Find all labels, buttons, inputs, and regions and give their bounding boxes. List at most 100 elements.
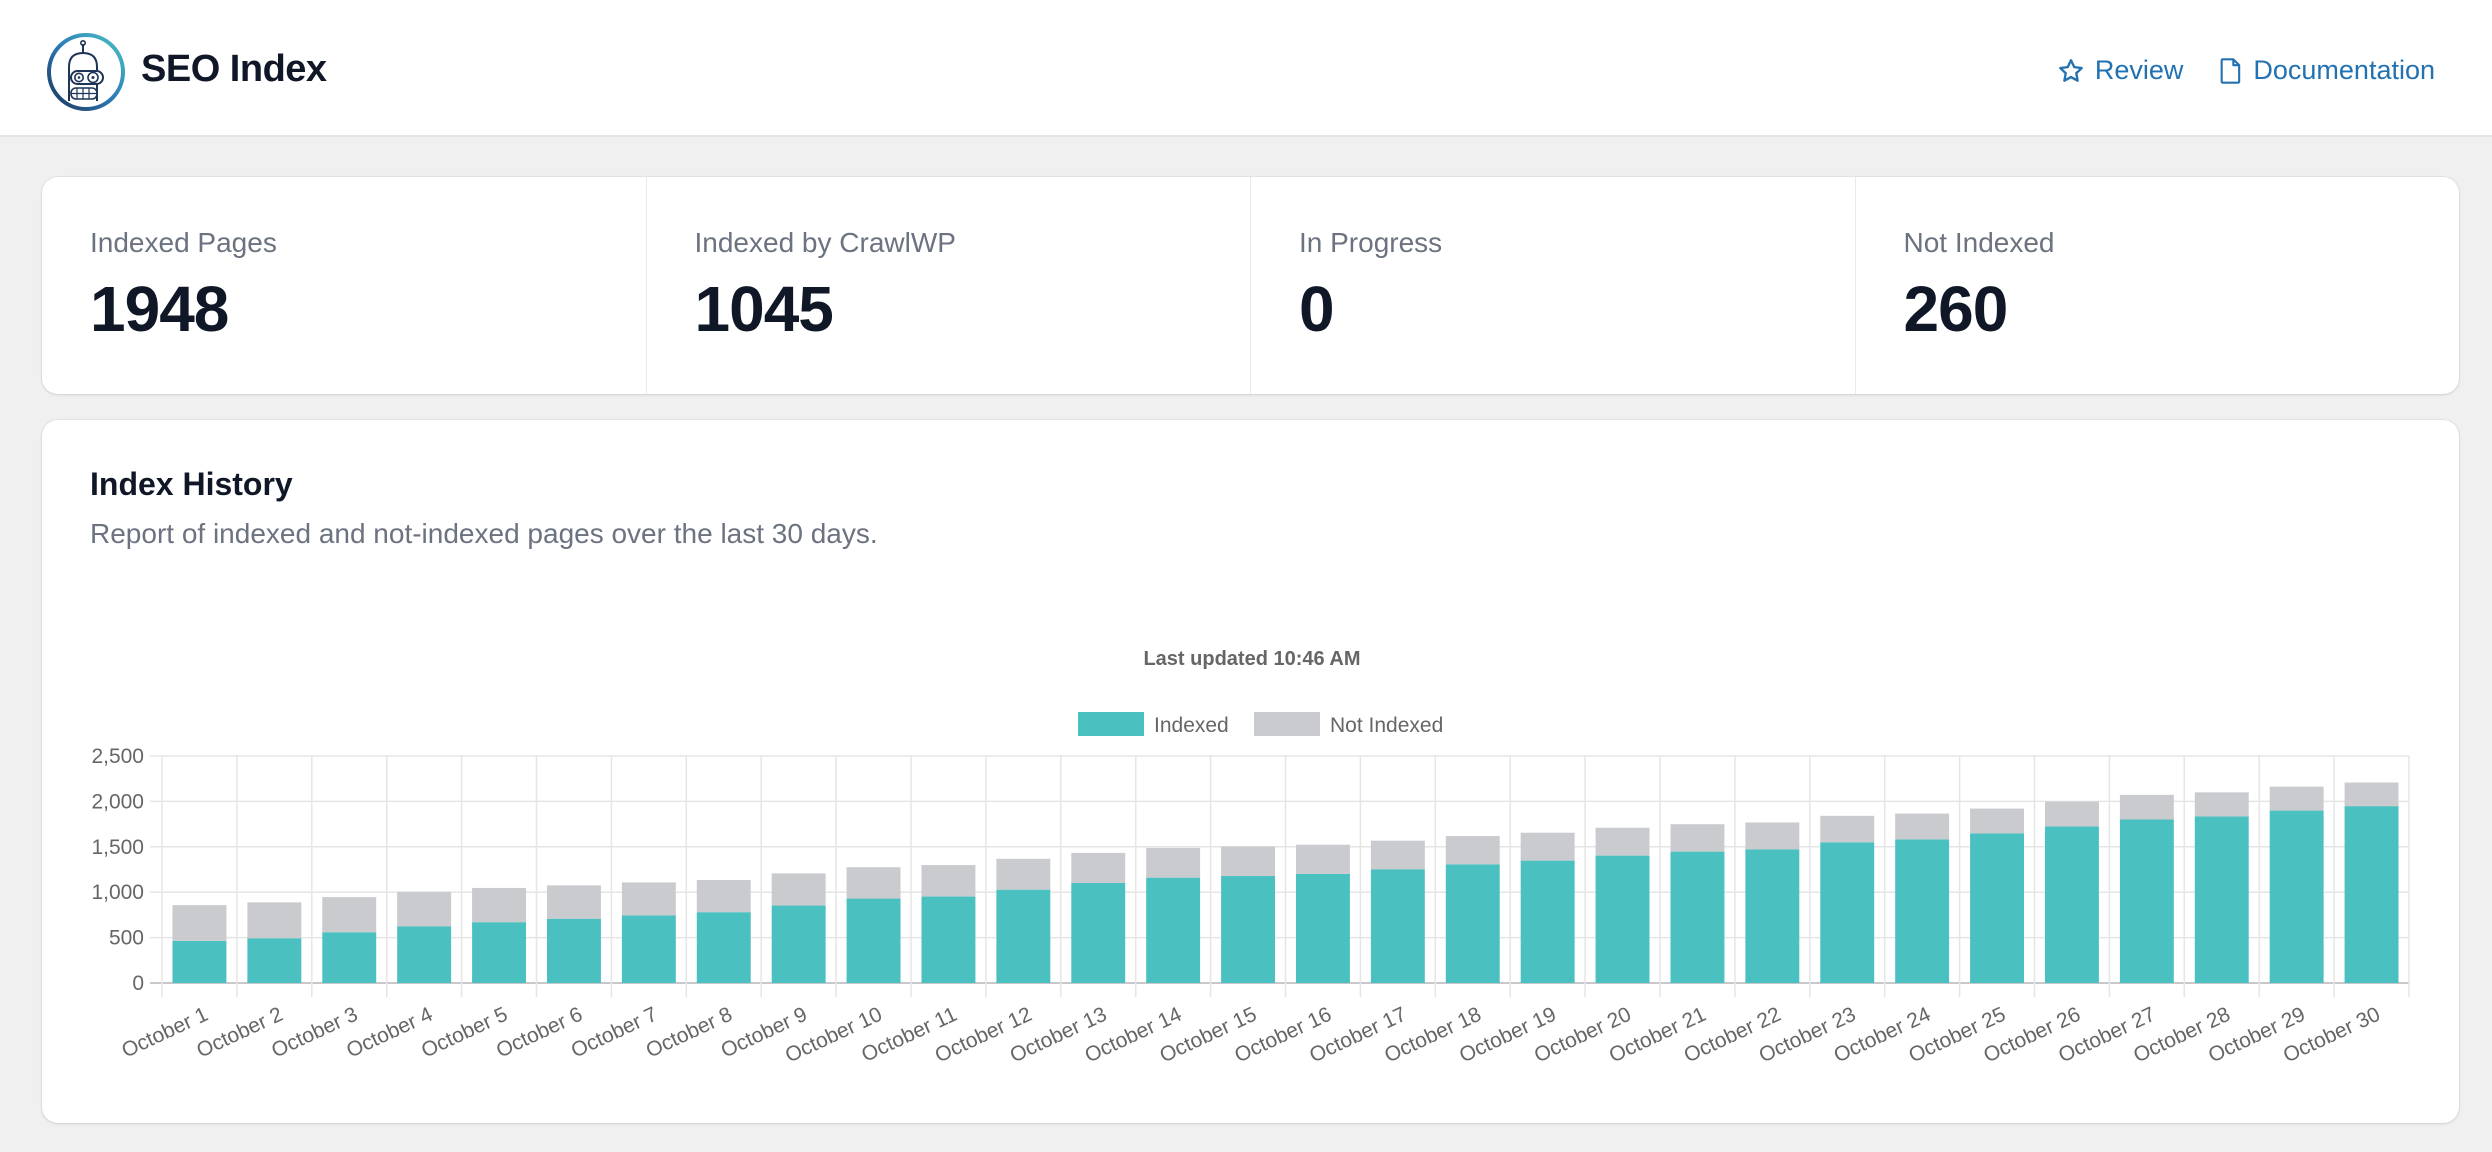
bar-indexed [2044, 826, 2099, 983]
bar-indexed [996, 889, 1051, 983]
y-axis: 0 500 1,000 1,500 2,000 2,500 [91, 745, 144, 995]
stat-not-indexed: Not Indexed 260 [1856, 177, 2460, 394]
bar-indexed [2269, 810, 2324, 983]
header-links: Review Documentation [2057, 55, 2435, 86]
bar-not-indexed [1745, 822, 1800, 850]
document-icon [2221, 57, 2241, 84]
bar-indexed [546, 918, 601, 983]
stat-value: 260 [1903, 273, 2009, 345]
x-tick-label: October 8 [643, 1003, 736, 1063]
review-link[interactable]: Review [2057, 55, 2184, 86]
bar-indexed [1820, 842, 1875, 983]
bar-not-indexed [247, 902, 302, 939]
documentation-link-label: Documentation [2253, 55, 2435, 85]
bar-not-indexed [1895, 813, 1950, 840]
bar-not-indexed [1071, 852, 1126, 883]
bar-not-indexed [2269, 786, 2324, 811]
bar-indexed [1745, 849, 1800, 983]
y-tick-label: 500 [109, 927, 144, 950]
index-history-chart: Last updated 10:46 AM Indexed Not Indexed… [91, 648, 2410, 1068]
top-bar: SEO Index Review Documentation [0, 0, 2492, 137]
stat-value: 1948 [90, 273, 229, 345]
bar-not-indexed [1520, 832, 1575, 861]
chart-title: Last updated 10:46 AM [1143, 648, 1360, 670]
bar-indexed [1895, 839, 1950, 983]
x-tick-label: October 5 [418, 1003, 511, 1063]
bar-indexed [1520, 860, 1575, 983]
bar-indexed [1670, 851, 1725, 983]
legend-label: Indexed [1154, 714, 1229, 737]
review-link-label: Review [2094, 55, 2184, 85]
bar-not-indexed [2344, 782, 2399, 807]
bar-not-indexed [2119, 794, 2174, 820]
y-tick-label: 2,000 [91, 790, 144, 813]
x-tick-label: October 1 [118, 1003, 211, 1063]
stat-value: 1045 [694, 273, 834, 345]
bar-not-indexed [1670, 824, 1725, 852]
bar-not-indexed [771, 873, 826, 906]
bar-not-indexed [921, 865, 976, 897]
legend-label: Not Indexed [1330, 714, 1443, 737]
stat-in-progress: In Progress 0 [1251, 177, 1856, 394]
bar-indexed [1146, 877, 1201, 983]
x-axis: October 1October 2October 3October 4Octo… [118, 1003, 2383, 1068]
bar-indexed [172, 940, 227, 983]
bar-not-indexed [1970, 808, 2025, 834]
index-history-card: Index History Report of indexed and not-… [42, 420, 2459, 1123]
stat-label: In Progress [1299, 227, 1443, 258]
bar-not-indexed [2194, 792, 2249, 817]
bar-indexed [2119, 819, 2174, 983]
bar-not-indexed [1445, 836, 1500, 865]
bar-indexed [846, 898, 901, 983]
bar-indexed [1071, 882, 1126, 983]
bar-indexed [1295, 873, 1350, 983]
bar-not-indexed [996, 858, 1051, 890]
robot-logo-icon [47, 33, 125, 111]
stat-label: Indexed Pages [90, 227, 277, 258]
y-tick-label: 1,500 [91, 836, 144, 859]
bar-indexed [771, 905, 826, 983]
bar-indexed [1970, 833, 2025, 983]
x-tick-label: October 3 [268, 1003, 361, 1063]
bar-not-indexed [397, 891, 452, 927]
bar-not-indexed [1595, 827, 1650, 856]
bar-indexed [1221, 876, 1276, 983]
bar-indexed [472, 922, 527, 983]
documentation-link[interactable]: Documentation [2219, 55, 2435, 86]
bar-not-indexed [1295, 844, 1350, 874]
bar-not-indexed [696, 880, 751, 913]
stat-value: 0 [1299, 273, 1335, 345]
x-tick-label: October 7 [568, 1003, 661, 1063]
bar-not-indexed [621, 882, 676, 916]
bar-indexed [1595, 855, 1650, 983]
y-tick-label: 1,000 [91, 881, 144, 904]
bar-not-indexed [472, 887, 527, 923]
y-tick-label: 2,500 [91, 745, 144, 768]
legend-swatch-indexed [1078, 712, 1144, 736]
app-title: SEO Index [141, 48, 327, 90]
bar-not-indexed [172, 905, 227, 941]
bar-indexed [921, 896, 976, 983]
bar-indexed [1445, 864, 1500, 983]
stats-panel: Indexed Pages 1948 Indexed by CrawlWP 10… [42, 177, 2459, 394]
star-icon [2058, 58, 2083, 82]
bar-indexed [2194, 816, 2249, 983]
x-tick-label: October 2 [193, 1003, 286, 1063]
bar-indexed [696, 912, 751, 983]
bar-not-indexed [2044, 801, 2099, 827]
stat-label: Not Indexed [1903, 227, 2055, 258]
legend-swatch-not-indexed [1254, 712, 1320, 736]
stat-indexed-pages: Indexed Pages 1948 [42, 177, 647, 394]
bar-indexed [247, 938, 302, 983]
x-tick-label: October 6 [493, 1003, 586, 1063]
bar-indexed [397, 926, 452, 983]
bar-indexed [621, 915, 676, 983]
stat-label: Indexed by CrawlWP [694, 227, 956, 258]
bar-not-indexed [322, 897, 377, 933]
bar-not-indexed [1820, 815, 1875, 843]
stat-indexed-by-crawlwp: Indexed by CrawlWP 1045 [647, 177, 1251, 394]
bar-not-indexed [546, 885, 601, 919]
bar-not-indexed [846, 867, 901, 899]
bar-not-indexed [1370, 840, 1425, 870]
chart-legend: Indexed Not Indexed [1078, 712, 1443, 737]
